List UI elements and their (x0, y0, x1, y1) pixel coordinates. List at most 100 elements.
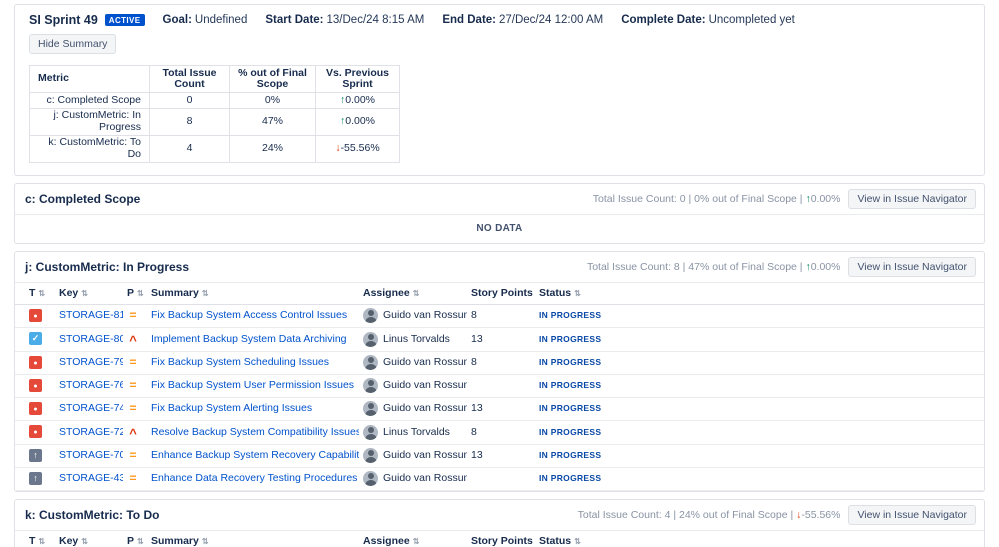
metric-pct: 47% (229, 107, 316, 136)
priority-icon (127, 378, 139, 394)
issue-table: T ⇅ Key ⇅ P ⇅ Summary ⇅ Assignee ⇅ Story Poin… (15, 282, 984, 491)
column-header-status[interactable]: Status ⇅ (535, 530, 984, 547)
assignee-name: Guido van Rossum (383, 379, 467, 391)
section-meta: Total Issue Count: 8 | 47% out of Final … (586, 260, 841, 273)
issue-type-improvement-icon (29, 471, 42, 485)
section-header: k: CustomMetric: To Do Total Issue Count… (15, 500, 984, 531)
story-points-value (467, 374, 535, 398)
section-meta: Total Issue Count: 0 | 0% out of Final S… (592, 192, 841, 205)
sprint-header: SI Sprint 49 ACTIVE Goal: Undefined Start… (29, 13, 970, 27)
issue-table: T ⇅ Key ⇅ P ⇅ Summary ⇅ Assignee ⇅ Story Poin… (15, 530, 984, 547)
issue-header-row: T ⇅ Key ⇅ P ⇅ Summary ⇅ Assignee ⇅ Story Poin… (15, 282, 984, 305)
assignee-name: Guido van Rossum (383, 472, 467, 484)
column-header-summary[interactable]: Summary ⇅ (147, 530, 359, 547)
issue-type-improvement-icon (29, 448, 42, 462)
metric-vs-previous: ↓-55.56% (315, 134, 400, 163)
summary-col-pct: % out of Final Scope (229, 65, 316, 93)
sort-icon: ⇅ (38, 288, 46, 298)
metric-name: k: CustomMetric: To Do (29, 134, 150, 163)
column-header-key[interactable]: Key ⇅ (55, 282, 123, 305)
no-data-message: NO DATA (476, 222, 523, 234)
sprint-report-page: SI Sprint 49 ACTIVE Goal: Undefined Start… (0, 0, 999, 547)
issue-key-link[interactable]: STORAGE-70 (59, 449, 123, 461)
sprint-end-date: End Date: 27/Dec/24 12:00 AM (442, 14, 604, 26)
issue-row: STORAGE-72 Resolve Backup System Compati… (15, 420, 984, 445)
issue-key-link[interactable]: STORAGE-72 (59, 426, 123, 438)
column-header-story-points[interactable]: Story Points⇅ (467, 282, 535, 305)
status-badge: IN PROGRESS (539, 403, 602, 413)
column-header-type[interactable]: T ⇅ (15, 530, 55, 547)
sort-icon: ⇅ (201, 536, 209, 546)
sort-icon: ⇅ (81, 536, 88, 546)
hide-summary-button[interactable]: Hide Summary (29, 34, 117, 54)
issue-summary-link[interactable]: Fix Backup System Alerting Issues (151, 402, 312, 414)
issue-summary-link[interactable]: Implement Backup System Data Archiving (151, 333, 347, 345)
priority-icon (127, 448, 139, 464)
column-header-priority[interactable]: P ⇅ (123, 282, 147, 305)
summary-row: c: Completed Scope 0 0% ↑0.00% (29, 92, 400, 109)
issue-key-link[interactable]: STORAGE-76 (59, 379, 123, 391)
section-header: c: Completed Scope Total Issue Count: 0 … (15, 184, 984, 215)
metric-vs-previous: ↑0.00% (315, 107, 400, 136)
sprint-goal: Goal: Undefined (162, 14, 248, 26)
assignee-avatar (363, 355, 378, 370)
issue-summary-link[interactable]: Fix Backup System Scheduling Issues (151, 356, 329, 368)
metric-count: 8 (149, 107, 230, 136)
issue-key-link[interactable]: STORAGE-80 (59, 333, 123, 345)
summary-header-row: Metric Total Issue Count % out of Final … (29, 65, 400, 93)
issue-type-task-icon (29, 332, 42, 346)
story-points-value: 13 (467, 327, 535, 352)
section-title: j: CustomMetric: In Progress (25, 259, 190, 274)
sprint-start-date: Start Date: 13/Dec/24 8:15 AM (265, 14, 425, 26)
issue-key-link[interactable]: STORAGE-43 (59, 472, 123, 484)
issue-key-link[interactable]: STORAGE-74 (59, 402, 123, 414)
issue-type-bug-icon (29, 308, 42, 322)
issue-type-bug-icon (29, 355, 42, 369)
assignee-avatar (363, 448, 378, 463)
column-header-status[interactable]: Status ⇅ (535, 282, 984, 305)
issue-key-link[interactable]: STORAGE-79 (59, 356, 123, 368)
column-header-type[interactable]: T ⇅ (15, 282, 55, 305)
assignee-avatar (363, 424, 378, 440)
sort-icon: ⇅ (412, 288, 420, 298)
summary-table: Metric Total Issue Count % out of Final … (29, 65, 400, 163)
summary-row: j: CustomMetric: In Progress 8 47% ↑0.00… (29, 107, 400, 136)
story-points-value: 8 (467, 351, 535, 375)
priority-icon (127, 424, 139, 441)
column-header-assignee[interactable]: Assignee ⇅ (359, 282, 467, 305)
issue-summary-link[interactable]: Fix Backup System Access Control Issues (151, 309, 347, 321)
summary-col-count: Total Issue Count (149, 65, 230, 93)
issue-summary-link[interactable]: Enhance Backup System Recovery Capabilit… (151, 449, 359, 461)
status-badge: IN PROGRESS (539, 426, 602, 437)
view-in-issue-navigator-button[interactable]: View in Issue Navigator (848, 188, 976, 209)
column-header-assignee[interactable]: Assignee ⇅ (359, 530, 467, 547)
issue-row: STORAGE-76 Fix Backup System User Permis… (15, 374, 984, 398)
view-in-issue-navigator-button[interactable]: View in Issue Navigator (848, 256, 976, 277)
column-header-key[interactable]: Key ⇅ (55, 530, 123, 547)
sort-icon: ⇅ (574, 288, 581, 298)
column-header-story-points[interactable]: Story Points⇅ (467, 530, 535, 547)
issue-summary-link[interactable]: Fix Backup System User Permission Issues (151, 379, 354, 391)
assignee-name: Guido van Rossum (383, 356, 467, 368)
story-points-value: 8 (467, 420, 535, 445)
issue-summary-link[interactable]: Resolve Backup System Compatibility Issu… (151, 426, 359, 438)
sprint-complete-date: Complete Date: Uncompleted yet (621, 14, 795, 26)
assignee-avatar (363, 378, 378, 393)
sort-icon: ⇅ (137, 536, 144, 546)
issue-row: STORAGE-74 Fix Backup System Alerting Is… (15, 397, 984, 421)
status-badge: IN PROGRESS (539, 380, 602, 390)
metric-name: c: Completed Scope (29, 92, 150, 109)
issue-type-bug-icon (29, 401, 42, 415)
column-header-summary[interactable]: Summary ⇅ (147, 282, 359, 305)
summary-row: k: CustomMetric: To Do 4 24% ↓-55.56% (29, 134, 400, 163)
issue-summary-link[interactable]: Enhance Data Recovery Testing Procedures (151, 472, 357, 484)
priority-icon (127, 401, 139, 417)
story-points-value: 13 (467, 444, 535, 468)
issue-key-link[interactable]: STORAGE-81 (59, 309, 123, 321)
issue-type-bug-icon (29, 425, 42, 439)
issue-header-row: T ⇅ Key ⇅ P ⇅ Summary ⇅ Assignee ⇅ Story Poin… (15, 530, 984, 547)
issue-row: STORAGE-80 Implement Backup System Data … (15, 327, 984, 352)
column-header-priority[interactable]: P ⇅ (123, 530, 147, 547)
view-in-issue-navigator-button[interactable]: View in Issue Navigator (848, 504, 976, 525)
status-badge: IN PROGRESS (539, 357, 602, 367)
